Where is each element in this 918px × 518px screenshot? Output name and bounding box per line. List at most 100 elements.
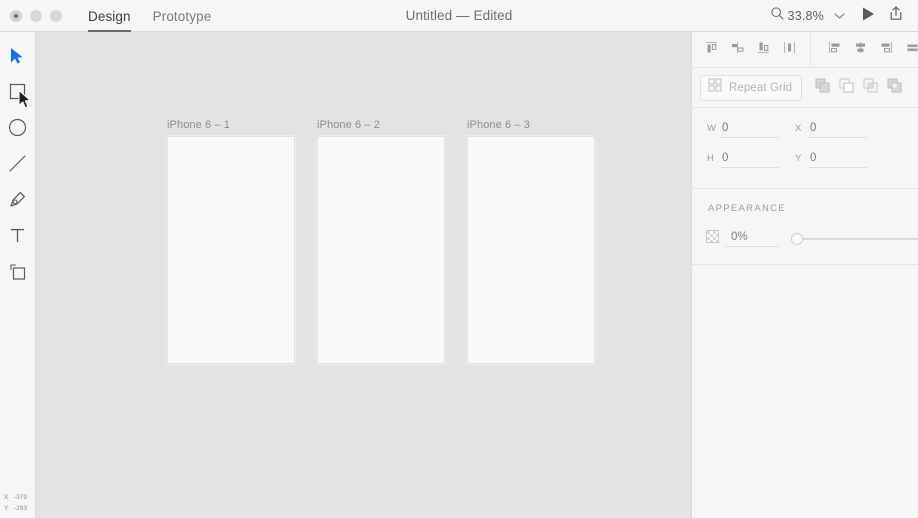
y-field-group: Y xyxy=(795,152,867,174)
artboard-icon xyxy=(9,263,27,286)
design-canvas[interactable]: iPhone 6 – 1 iPhone 6 – 2 iPhone 6 – 3 xyxy=(36,32,691,518)
line-tool[interactable] xyxy=(0,148,35,184)
align-left-button[interactable] xyxy=(821,37,847,63)
add-shapes-button[interactable] xyxy=(812,77,832,99)
artboard-1[interactable] xyxy=(167,136,295,364)
add-shapes-icon xyxy=(814,77,831,99)
align-vertical-center-button[interactable] xyxy=(847,37,873,63)
preview-button[interactable] xyxy=(855,0,882,32)
zoom-control[interactable]: 33.8% xyxy=(764,0,855,32)
opacity-slider[interactable] xyxy=(791,232,918,246)
ellipse-icon xyxy=(8,118,27,142)
cursor-arrow-icon xyxy=(9,47,26,70)
align-horizontal-center-icon xyxy=(730,40,745,60)
coordinate-x-value: -379 xyxy=(14,494,28,501)
select-tool[interactable] xyxy=(0,40,35,76)
subtract-shapes-button[interactable] xyxy=(836,77,856,99)
coordinate-y-value: -293 xyxy=(14,505,28,512)
align-vertical-group xyxy=(692,32,802,68)
repeat-grid-button[interactable]: Repeat Grid xyxy=(700,74,803,101)
align-horizontal-group xyxy=(810,31,918,68)
opacity-row xyxy=(692,230,918,248)
distribute-horizontal-icon xyxy=(782,40,797,60)
align-bottom-button[interactable] xyxy=(750,37,776,63)
boolean-operations-group xyxy=(812,77,904,99)
properties-panel: Repeat Grid W 0 X 0 H 0 Y 0 APPEARANCE 0… xyxy=(691,31,918,518)
artboard-group-1: iPhone 6 – 1 xyxy=(167,119,295,364)
appearance-section-title: APPEARANCE xyxy=(708,203,786,214)
artboard-label-1[interactable]: iPhone 6 – 1 xyxy=(167,119,230,131)
exclude-shapes-icon xyxy=(886,77,903,99)
share-icon xyxy=(888,5,904,27)
height-field-group: H xyxy=(707,152,779,174)
opacity-input[interactable] xyxy=(725,231,779,247)
intersect-shapes-icon xyxy=(862,77,879,99)
chevron-down-icon[interactable] xyxy=(834,7,845,25)
tab-design-label: Design xyxy=(88,8,131,24)
intersect-shapes-button[interactable] xyxy=(860,77,880,99)
checkerboard-opacity-icon xyxy=(706,230,719,248)
transform-row-1: W X xyxy=(692,118,918,148)
align-top-button[interactable] xyxy=(698,37,724,63)
magnifier-icon xyxy=(770,6,785,26)
coordinate-x-label: X xyxy=(4,494,9,501)
line-icon xyxy=(8,154,27,178)
play-icon xyxy=(861,6,876,27)
text-tool[interactable] xyxy=(0,220,35,256)
transform-row-2: H Y xyxy=(692,148,918,178)
coordinate-y-label: Y xyxy=(4,505,9,512)
width-field-group: W xyxy=(707,122,779,144)
distribute-vertical-icon xyxy=(905,40,918,60)
height-label: H xyxy=(707,153,715,164)
align-right-button[interactable] xyxy=(873,37,899,63)
tab-prototype-label: Prototype xyxy=(152,8,212,24)
rectangle-icon xyxy=(9,83,26,105)
artboard-2[interactable] xyxy=(317,136,445,364)
ellipse-tool[interactable] xyxy=(0,112,35,148)
distribute-vertical-button[interactable] xyxy=(899,37,918,63)
align-horizontal-center-button[interactable] xyxy=(724,37,750,63)
y-input[interactable] xyxy=(808,152,867,168)
align-vertical-center-icon xyxy=(853,40,868,60)
width-input[interactable] xyxy=(720,122,779,138)
rectangle-tool[interactable] xyxy=(0,76,35,112)
zoom-level-value: 33.8% xyxy=(787,9,824,23)
artboard-tool[interactable] xyxy=(0,256,35,292)
align-left-icon xyxy=(827,40,842,60)
tab-design[interactable]: Design xyxy=(88,0,131,32)
artboard-group-2: iPhone 6 – 2 xyxy=(317,119,445,364)
share-button[interactable] xyxy=(882,0,910,32)
pen-tool[interactable] xyxy=(0,184,35,220)
coordinate-y-row: Y -293 xyxy=(0,503,35,514)
coordinate-x-row: X -379 xyxy=(0,492,35,503)
cursor-coordinates-readout: X -379 Y -293 xyxy=(0,492,35,514)
repeat-grid-label: Repeat Grid xyxy=(729,81,793,94)
x-label: X xyxy=(795,123,802,134)
x-input[interactable] xyxy=(808,122,867,138)
minimize-window-button[interactable] xyxy=(30,10,42,22)
y-label: Y xyxy=(795,153,802,164)
title-bar: Design Prototype Untitled — Edited 33.8% xyxy=(0,0,918,32)
text-t-icon xyxy=(9,227,26,249)
exclude-shapes-button[interactable] xyxy=(884,77,904,99)
window-traffic-lights xyxy=(10,10,62,22)
artboard-3[interactable] xyxy=(467,136,595,364)
transform-section: W X H Y xyxy=(692,108,918,189)
subtract-shapes-icon xyxy=(838,77,855,99)
close-window-button[interactable] xyxy=(10,10,22,22)
distribute-horizontal-button[interactable] xyxy=(776,37,802,63)
artboard-label-2[interactable]: iPhone 6 – 2 xyxy=(317,119,380,131)
align-bottom-icon xyxy=(756,40,771,60)
xd-application-window: Design Prototype Untitled — Edited 33.8% xyxy=(0,0,918,518)
maximize-window-button[interactable] xyxy=(50,10,62,22)
artboard-group-3: iPhone 6 – 3 xyxy=(467,119,595,364)
tab-prototype[interactable]: Prototype xyxy=(153,0,212,32)
opacity-slider-track xyxy=(791,238,918,240)
height-input[interactable] xyxy=(720,152,779,168)
artboard-label-3[interactable]: iPhone 6 – 3 xyxy=(467,119,530,131)
align-top-icon xyxy=(704,40,719,60)
align-toolbar xyxy=(692,31,918,68)
mode-tabs: Design Prototype xyxy=(88,0,211,32)
appearance-section: APPEARANCE xyxy=(692,189,918,265)
opacity-slider-thumb[interactable] xyxy=(791,233,803,245)
